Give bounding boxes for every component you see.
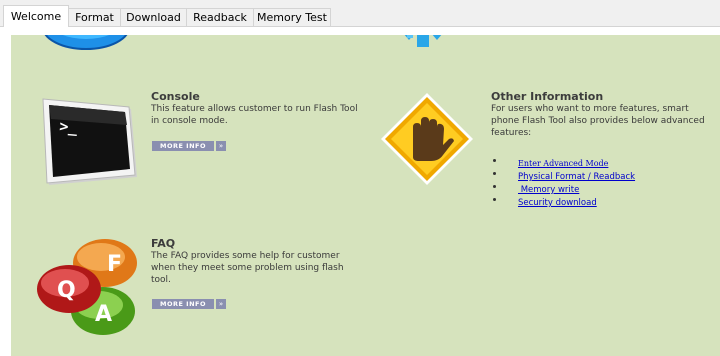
advanced-features-list: Enter Advanced Mode Physical Format / Re… [491,154,635,208]
list-item: Enter Advanced Mode [491,154,635,168]
more-info-label: MORE INFO [152,299,214,309]
terminal-icon: >_ [42,98,137,185]
other-info-description: For users who want to more features, sma… [491,103,705,139]
other-info-description-line: phone Flash Tool also provides below adv… [491,116,705,126]
list-item: Memory write [491,180,635,195]
faq-letter-a: A [95,302,112,327]
console-more-info-button[interactable]: MORE INFO » [152,141,226,151]
blue-arrows-icon [404,35,442,47]
other-info-title: Other Information [491,90,604,103]
faq-description: The FAQ provides some help for customer … [151,250,344,286]
console-description-line: in console mode. [151,116,228,126]
console-title: Console [151,90,200,103]
other-info-description-line: For users who want to more features, sma… [491,104,689,114]
security-download-link[interactable]: Security download [518,198,597,208]
faq-letter-f: F [107,252,122,277]
faq-description-line: tool. [151,275,171,285]
other-info-description-line: features: [491,128,532,138]
double-chevron-right-icon: » [216,141,226,151]
tab-bar: Welcome Format Download Readback Memory … [0,0,720,27]
bullet-icon [493,159,496,162]
tab-format[interactable]: Format [68,8,121,26]
tab-memory-test[interactable]: Memory Test [253,8,331,26]
tab-download[interactable]: Download [120,8,187,26]
tab-welcome[interactable]: Welcome [3,5,69,27]
faq-bubbles-icon: F A Q [37,239,137,335]
bullet-icon [493,185,496,188]
faq-letter-q: Q [57,278,76,303]
faq-description-line: The FAQ provides some help for customer [151,251,340,261]
svg-text:>_: >_ [59,117,80,137]
tab-readback[interactable]: Readback [186,8,254,26]
faq-description-line: when they meet some problem using flash [151,263,344,273]
bullet-icon [493,198,496,201]
hand-stop-icon [381,93,473,185]
console-description-line: This feature allows customer to run Flas… [151,104,358,114]
console-description: This feature allows customer to run Flas… [151,103,358,127]
bullet-icon [493,172,496,175]
list-item: Security download [491,193,635,208]
faq-more-info-button[interactable]: MORE INFO » [152,299,226,309]
faq-title: FAQ [151,237,176,250]
more-info-label: MORE INFO [152,141,214,151]
list-item: Physical Format / Readback [491,167,635,182]
blue-circle-icon [44,35,128,50]
double-chevron-right-icon: » [216,299,226,309]
